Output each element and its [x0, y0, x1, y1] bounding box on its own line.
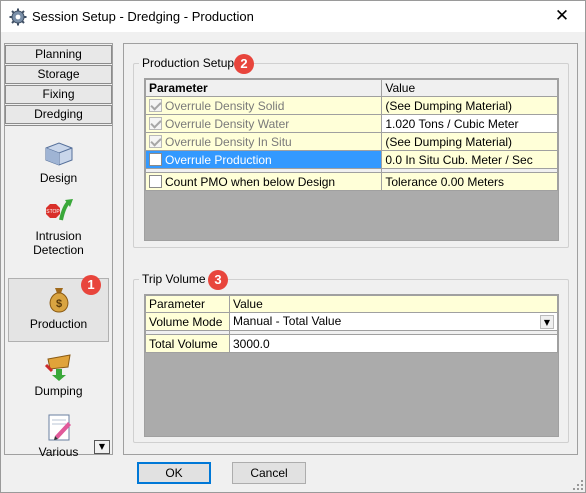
dumping-arrow-icon [44, 354, 71, 381]
row-value[interactable]: Tolerance 0.00 Meters [381, 172, 558, 191]
group-title: Trip Volume [139, 272, 209, 286]
row-param: Overrule Density Solid [165, 98, 285, 113]
nav-item-label: Dumping [34, 384, 83, 398]
callout-badge-1: 1 [81, 275, 101, 295]
resize-grip-icon[interactable] [573, 480, 583, 490]
tab-storage[interactable]: Storage [5, 65, 112, 84]
callout-badge-2: 2 [234, 54, 254, 74]
edit-pencil-icon [48, 414, 71, 441]
trip-volume-group: Trip Volume 3 Parameter Value Volume Mod… [133, 270, 569, 443]
design-box-icon [45, 142, 72, 166]
table-row[interactable]: Overrule Density In Situ (See Dumping Ma… [144, 132, 558, 151]
checkbox-overrule-density-solid[interactable] [149, 98, 162, 112]
column-header-parameter: Parameter [145, 295, 230, 313]
nav-item-label: Various [38, 445, 79, 459]
select-value: Manual - Total Value [232, 314, 342, 328]
nav-item-dumping[interactable]: Dumping [8, 351, 109, 398]
row-param: Volume Mode [145, 312, 230, 331]
total-volume-field[interactable]: 3000.0 [228, 334, 559, 353]
checkbox-overrule-density-in-situ[interactable] [149, 134, 162, 148]
row-param: Overrule Density Water [165, 116, 290, 131]
callout-badge-3: 3 [208, 270, 228, 290]
intrusion-stop-icon: STOP [45, 199, 73, 221]
row-param: Overrule Production [165, 152, 272, 167]
gear-icon [9, 8, 27, 26]
scroll-down-button[interactable]: ▼ [94, 440, 110, 454]
nav-item-design[interactable]: Design [8, 138, 109, 185]
group-title: Production Setup [139, 56, 238, 70]
table-row[interactable]: Volume Mode ▼ Manual - Total Value [145, 312, 559, 331]
trip-volume-table: Parameter Value Volume Mode ▼ Manual - To… [145, 295, 559, 353]
nav-item-label: Production [29, 317, 88, 331]
table-row[interactable]: Total Volume 3000.0 [145, 334, 559, 353]
checkbox-count-pmo[interactable] [149, 174, 162, 188]
production-grid: Parameter Value Overrule Density Solid (… [144, 78, 559, 241]
nav-item-intrusion-detection[interactable]: STOP Intrusion Detection [8, 196, 109, 257]
row-param: Total Volume [145, 334, 230, 353]
tab-fixing[interactable]: Fixing [5, 85, 112, 104]
svg-text:STOP: STOP [46, 209, 60, 215]
row-value[interactable]: 0.0 In Situ Cub. Meter / Sec [381, 150, 558, 169]
row-value[interactable]: (See Dumping Material) [381, 96, 558, 115]
dialog-body: Planning Storage Fixing Dredging Design [1, 32, 585, 492]
table-row-selected[interactable]: Overrule Production 0.0 In Situ Cub. Met… [144, 150, 558, 169]
checkbox-overrule-density-water[interactable] [149, 116, 162, 130]
table-row[interactable]: Overrule Density Water 1.020 Tons / Cubi… [144, 114, 558, 133]
session-setup-window: Session Setup - Dredging - Production ✕ … [0, 0, 586, 493]
svg-text:$: $ [55, 298, 61, 310]
trip-volume-grid: Parameter Value Volume Mode ▼ Manual - To… [144, 294, 559, 437]
row-param: Count PMO when below Design [165, 174, 336, 189]
category-nav: Planning Storage Fixing Dredging Design [4, 43, 113, 459]
window-title: Session Setup - Dredging - Production [32, 9, 254, 24]
volume-mode-select[interactable]: ▼ Manual - Total Value [228, 312, 559, 331]
column-header-value: Value [228, 295, 559, 313]
checkbox-overrule-production[interactable] [149, 152, 162, 166]
ok-button[interactable]: OK [137, 462, 211, 484]
nav-item-label: Design [39, 171, 78, 185]
tab-planning[interactable]: Planning [5, 45, 112, 64]
money-bag-icon: $ [49, 288, 68, 313]
column-header-parameter: Parameter [144, 79, 383, 97]
row-param: Overrule Density In Situ [165, 134, 292, 149]
row-value[interactable]: 1.020 Tons / Cubic Meter [381, 114, 558, 133]
nav-item-label: Intrusion Detection [33, 229, 84, 257]
table-header-row: Parameter Value [144, 79, 558, 97]
tab-dredging[interactable]: Dredging [5, 105, 112, 124]
close-button[interactable]: ✕ [539, 1, 585, 32]
settings-panel: Production Setup 2 Parameter Value Overr… [123, 43, 578, 455]
title-bar: Session Setup - Dredging - Production ✕ [1, 1, 585, 32]
table-row[interactable]: Count PMO when below Design Tolerance 0.… [144, 172, 558, 191]
column-header-value: Value [381, 79, 558, 97]
table-row[interactable]: Overrule Density Solid (See Dumping Mate… [144, 96, 558, 115]
row-value[interactable]: (See Dumping Material) [381, 132, 558, 151]
production-table: Parameter Value Overrule Density Solid (… [144, 79, 558, 191]
cancel-button[interactable]: Cancel [232, 462, 306, 484]
table-header-row: Parameter Value [145, 295, 559, 313]
chevron-down-icon[interactable]: ▼ [540, 315, 554, 329]
production-setup-group: Production Setup 2 Parameter Value Overr… [133, 54, 569, 248]
